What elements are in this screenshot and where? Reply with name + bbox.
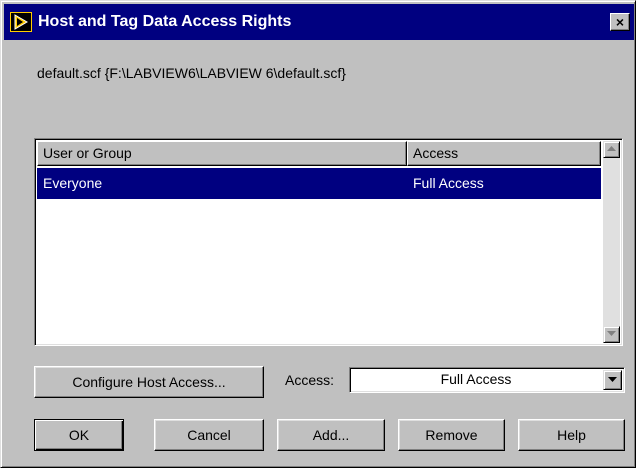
- list-row-everyone[interactable]: Everyone Full Access: [37, 168, 601, 199]
- close-button[interactable]: ×: [610, 13, 630, 31]
- help-button[interactable]: Help: [518, 419, 625, 451]
- add-button[interactable]: Add...: [277, 419, 385, 451]
- row-user-cell: Everyone: [43, 175, 103, 191]
- row-access-cell: Full Access: [413, 175, 484, 191]
- ok-button[interactable]: OK: [34, 419, 124, 451]
- configure-host-access-button[interactable]: Configure Host Access...: [34, 366, 264, 398]
- scroll-down-button[interactable]: [603, 326, 620, 343]
- access-dropdown[interactable]: Full Access: [349, 367, 625, 393]
- column-header-access[interactable]: Access: [407, 141, 601, 166]
- access-dropdown-value: Full Access: [440, 371, 512, 387]
- dropdown-arrow-button[interactable]: [603, 370, 622, 390]
- file-path-label: default.scf {F:\LABVIEW6\LABVIEW 6\defau…: [37, 65, 346, 81]
- list-header: User or Group Access: [37, 141, 601, 166]
- user-access-list[interactable]: User or Group Access Everyone Full Acces…: [34, 138, 623, 346]
- remove-button[interactable]: Remove: [398, 419, 505, 451]
- access-label: Access:: [285, 372, 335, 388]
- column-header-user-or-group[interactable]: User or Group: [37, 141, 407, 166]
- access-rights-dialog: Host and Tag Data Access Rights × defaul…: [0, 0, 636, 468]
- cancel-button[interactable]: Cancel: [154, 419, 264, 451]
- arrow-up-icon: [607, 146, 616, 151]
- scroll-up-button[interactable]: [603, 141, 620, 158]
- labview-run-icon: [10, 12, 32, 32]
- window-title: Host and Tag Data Access Rights: [38, 13, 292, 30]
- title-bar[interactable]: Host and Tag Data Access Rights ×: [4, 4, 634, 40]
- close-icon: ×: [615, 14, 625, 30]
- vertical-scrollbar[interactable]: [603, 141, 620, 343]
- chevron-down-icon: [608, 377, 617, 382]
- arrow-down-icon: [607, 331, 616, 336]
